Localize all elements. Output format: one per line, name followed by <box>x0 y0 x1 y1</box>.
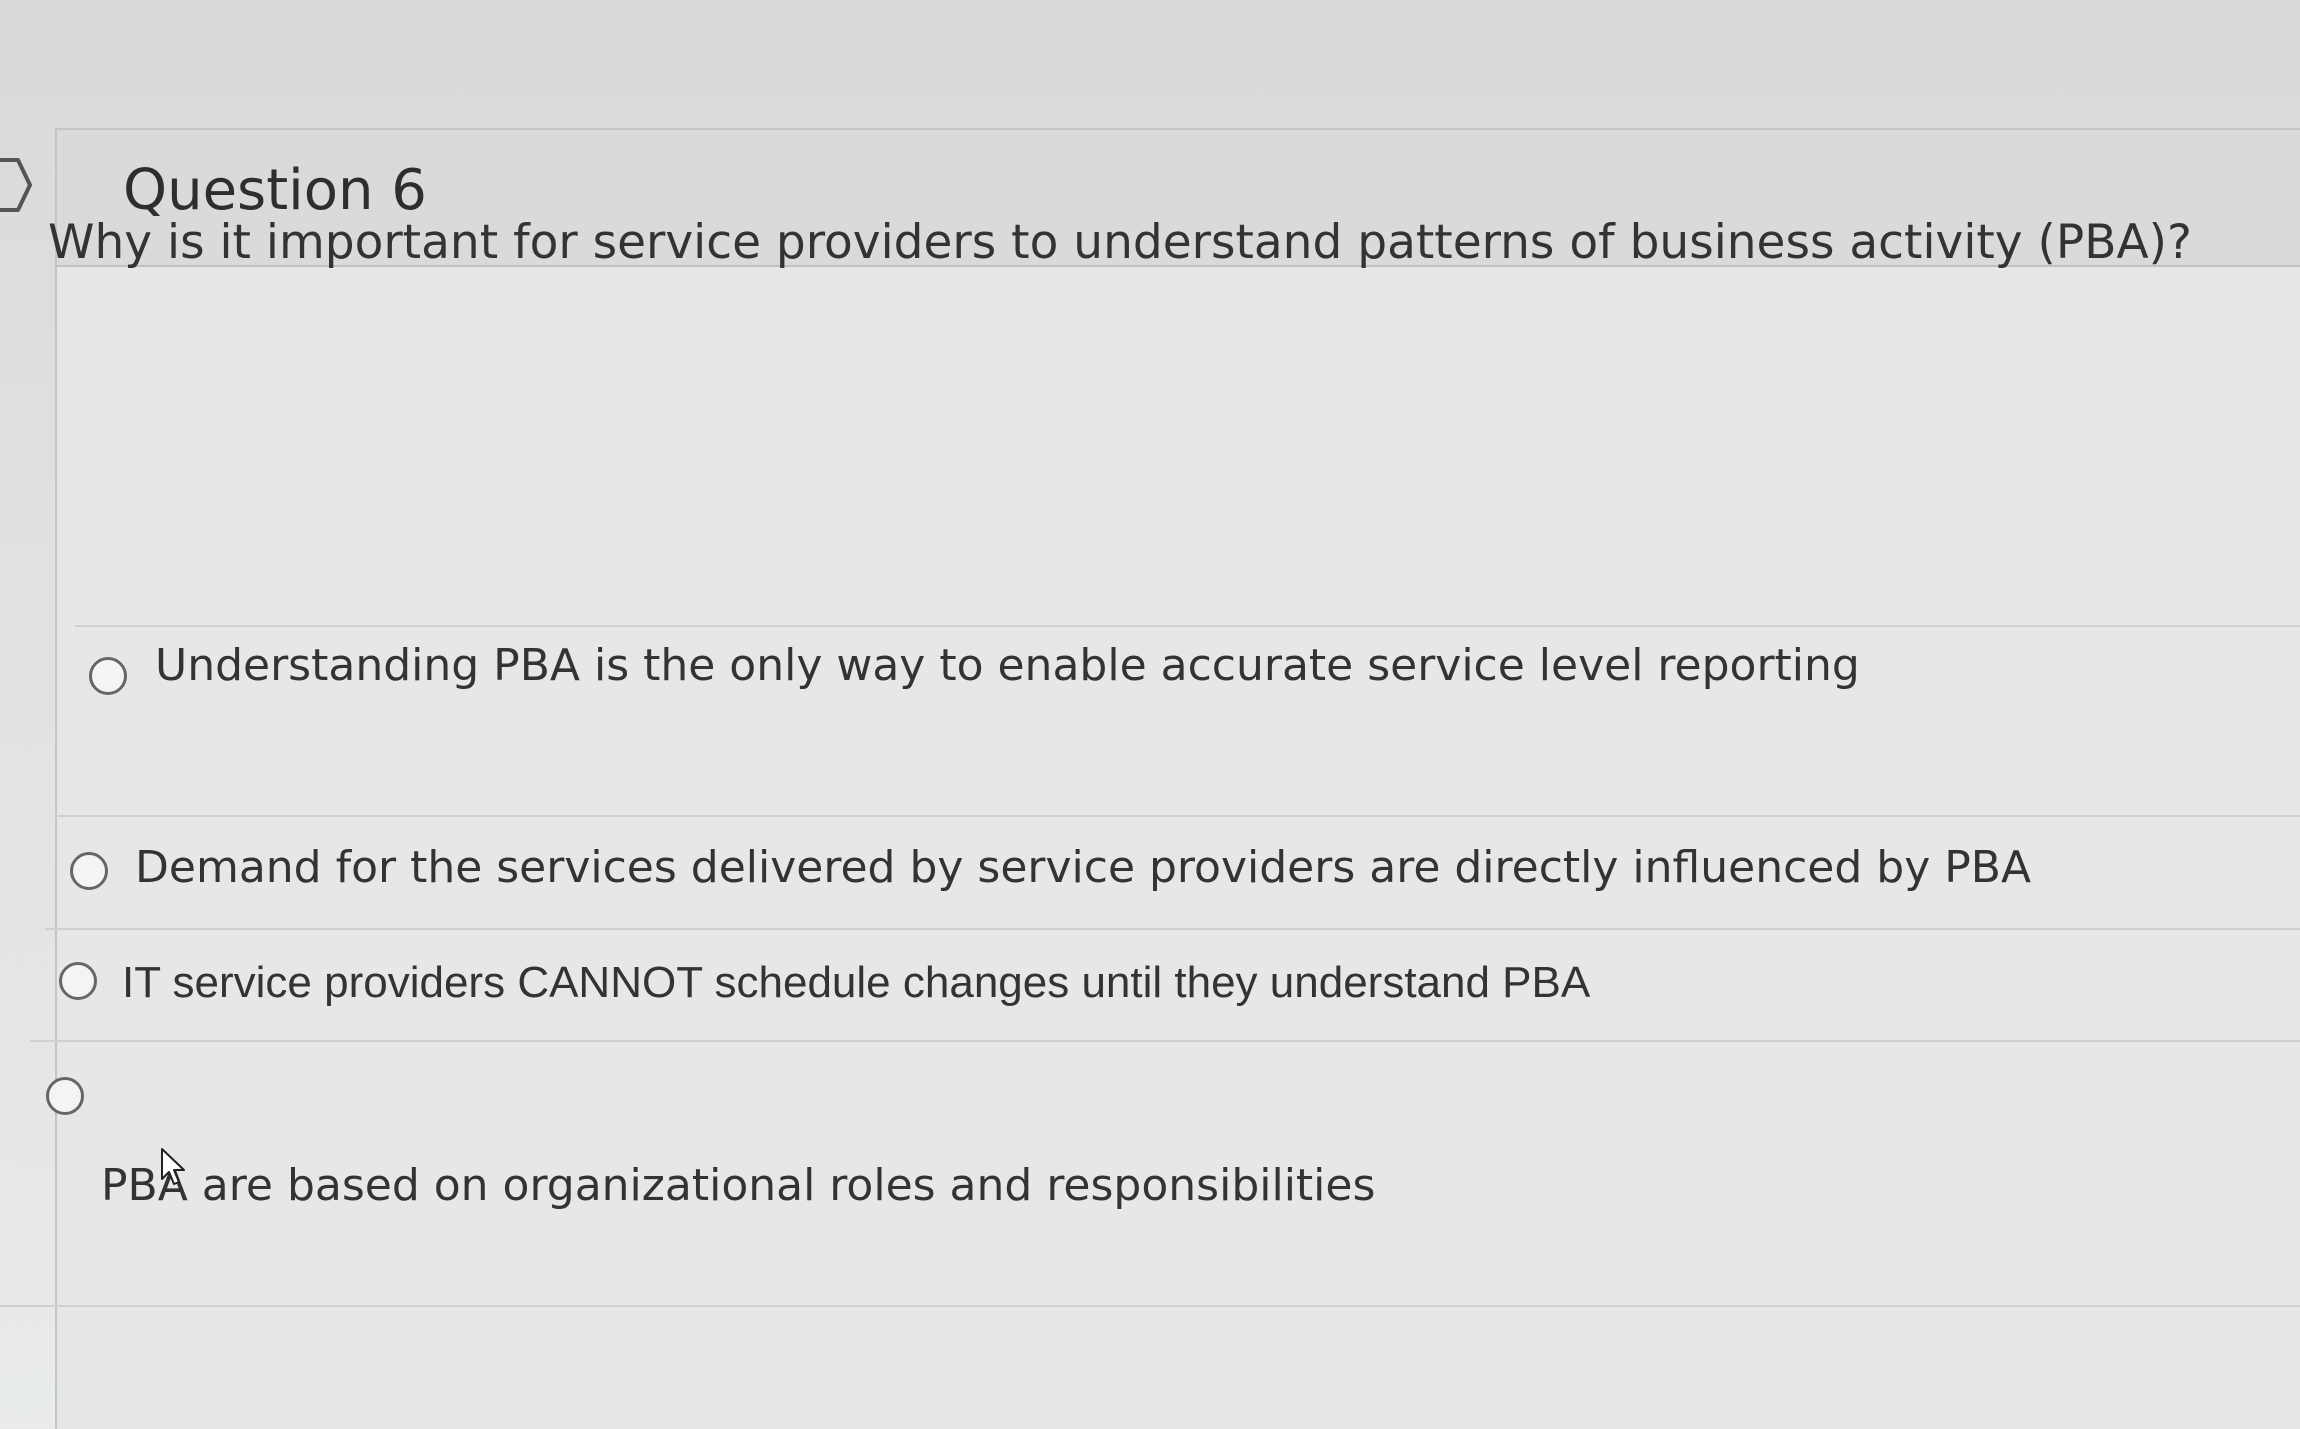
mouse-pointer-icon <box>161 1148 185 1185</box>
radio-button[interactable] <box>46 1077 84 1115</box>
radio-button[interactable] <box>59 962 97 1000</box>
answer-list: Understanding PBA is the only way to ena… <box>0 0 2300 1429</box>
radio-button[interactable] <box>70 852 108 890</box>
answer-label[interactable]: Understanding PBA is the only way to ena… <box>155 640 1860 691</box>
answer-label[interactable]: Demand for the services delivered by ser… <box>135 842 2031 893</box>
answer-label[interactable]: PBA are based on organizational roles an… <box>101 1160 1375 1211</box>
answer-label[interactable]: IT service providers CANNOT schedule cha… <box>122 958 1590 1008</box>
radio-button[interactable] <box>89 657 127 695</box>
